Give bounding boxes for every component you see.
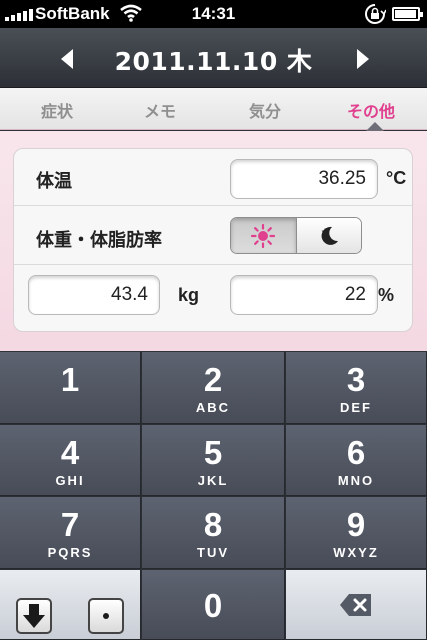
key-digit: 3 bbox=[346, 361, 366, 398]
night-button[interactable] bbox=[295, 218, 361, 253]
row-divider bbox=[14, 264, 412, 265]
clock: 14:31 bbox=[191, 4, 236, 23]
tab-mood[interactable]: 気分 bbox=[215, 98, 315, 122]
active-tab-indicator bbox=[366, 122, 384, 131]
content-area: 体温 36.25 °C 体重・体脂肪率 43.4 kg 22 % bbox=[0, 131, 427, 351]
numeric-keypad: 1 2 ABC 3 DEF 4 GHI 5 JKL 6 MNO 7 PQRS 8… bbox=[0, 352, 427, 640]
utility-key-area bbox=[0, 570, 141, 640]
decimal-point-button[interactable] bbox=[88, 598, 124, 634]
key-digit: 5 bbox=[203, 434, 223, 471]
key-digit: 7 bbox=[60, 506, 80, 543]
tab-memo[interactable]: メモ bbox=[110, 98, 210, 122]
key-digit: 8 bbox=[203, 506, 223, 543]
weight-field[interactable]: 43.4 bbox=[28, 275, 160, 315]
key-letters: PQRS bbox=[47, 545, 93, 560]
key-3[interactable]: 3 DEF bbox=[286, 352, 427, 424]
moon-icon bbox=[321, 226, 338, 245]
sun-icon bbox=[251, 223, 276, 248]
battery-icon bbox=[392, 7, 423, 21]
key-5[interactable]: 5 JKL bbox=[142, 425, 285, 496]
tab-other[interactable]: その他 bbox=[321, 98, 421, 122]
key-digit: 6 bbox=[346, 434, 366, 471]
key-digit: 2 bbox=[203, 361, 223, 398]
backspace-icon bbox=[340, 594, 371, 616]
weight-fat-label: 体重・体脂肪率 bbox=[36, 230, 162, 251]
body-fat-unit: % bbox=[378, 285, 395, 305]
key-letters: DEF bbox=[340, 400, 372, 415]
date-navigation-bar: 2011.11.10 木 bbox=[0, 28, 427, 88]
key-letters: ABC bbox=[195, 400, 231, 415]
key-8[interactable]: 8 TUV bbox=[142, 497, 285, 569]
key-4[interactable]: 4 GHI bbox=[0, 425, 141, 496]
time-of-day-toggle bbox=[230, 217, 362, 254]
key-digit: 0 bbox=[203, 587, 223, 624]
close-keyboard-button[interactable] bbox=[16, 598, 52, 634]
key-letters: GHI bbox=[55, 473, 85, 488]
key-7[interactable]: 7 PQRS bbox=[0, 497, 141, 569]
key-digit: 1 bbox=[60, 361, 80, 398]
dot-icon bbox=[103, 613, 109, 619]
tab-symptoms[interactable]: 症状 bbox=[7, 98, 107, 122]
down-arrow-icon bbox=[23, 604, 45, 628]
rotation-lock-icon bbox=[364, 3, 387, 30]
key-6[interactable]: 6 MNO bbox=[286, 425, 427, 496]
key-letters: MNO bbox=[337, 473, 375, 488]
key-letters: JKL bbox=[197, 473, 229, 488]
key-digit: 4 bbox=[60, 434, 80, 471]
temperature-label: 体温 bbox=[36, 171, 72, 192]
temperature-unit: °C bbox=[386, 168, 407, 188]
key-1[interactable]: 1 bbox=[0, 352, 141, 424]
key-letters: WXYZ bbox=[333, 545, 379, 560]
key-2[interactable]: 2 ABC bbox=[142, 352, 285, 424]
morning-button[interactable] bbox=[231, 218, 296, 253]
delete-key[interactable] bbox=[286, 570, 427, 640]
weight-unit: kg bbox=[178, 285, 200, 305]
key-0[interactable]: 0 bbox=[142, 570, 285, 640]
tab-bar: 症状 メモ 気分 その他 bbox=[0, 88, 427, 130]
row-divider bbox=[14, 205, 412, 206]
next-day-button[interactable] bbox=[348, 44, 378, 74]
key-digit: 9 bbox=[346, 506, 366, 543]
status-bar: SoftBank 14:31 bbox=[0, 0, 427, 28]
form-panel: 体温 36.25 °C 体重・体脂肪率 43.4 kg 22 % bbox=[13, 148, 413, 332]
key-9[interactable]: 9 WXYZ bbox=[286, 497, 427, 569]
triangle-right-icon bbox=[357, 49, 369, 69]
body-fat-field[interactable]: 22 bbox=[230, 275, 378, 315]
key-letters: TUV bbox=[197, 545, 229, 560]
temperature-field[interactable]: 36.25 bbox=[230, 159, 378, 199]
